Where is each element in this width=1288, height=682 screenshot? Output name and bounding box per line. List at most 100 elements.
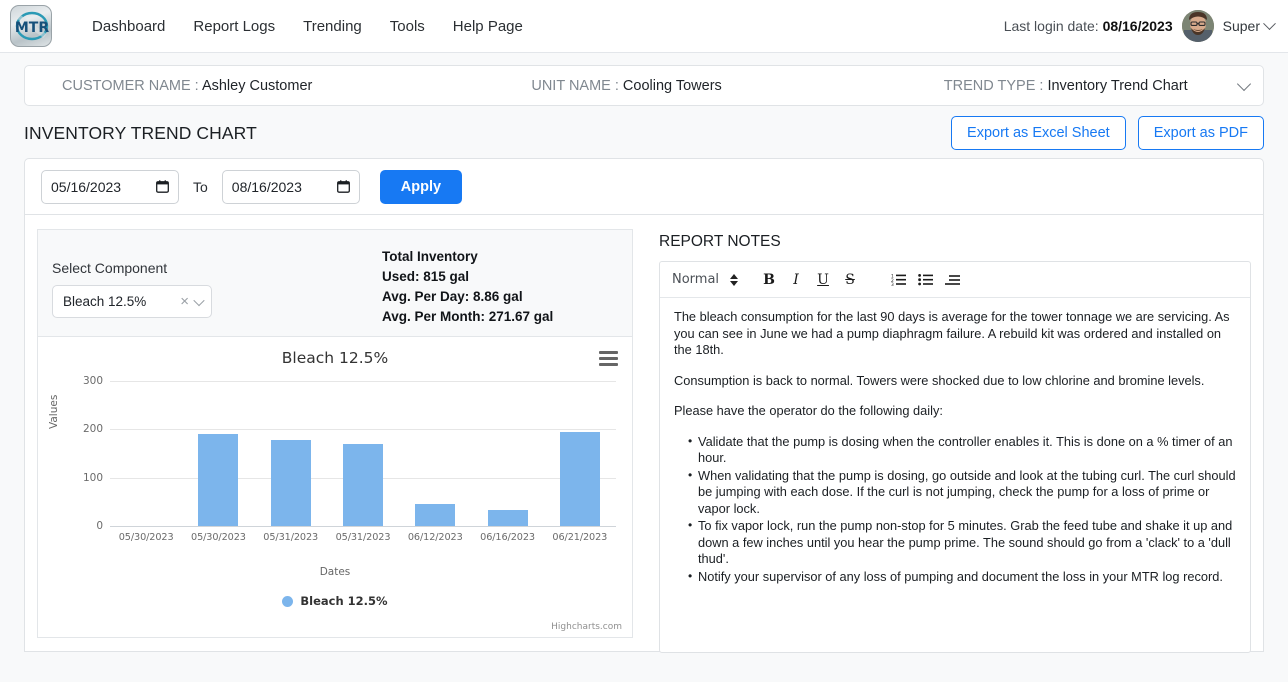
avatar[interactable] (1181, 10, 1214, 42)
chart-bar[interactable] (559, 431, 600, 526)
nav-right-section: Last login date: 08/16/2023 Super (1004, 10, 1276, 42)
bar-slot (544, 381, 616, 526)
mtr-logo[interactable]: MTR (10, 5, 52, 47)
from-date-value: 05/16/2023 (51, 178, 122, 195)
select-component-dropdown[interactable]: Bleach 12.5% × (52, 285, 212, 318)
report-notes-content[interactable]: The bleach consumption for the last 90 d… (660, 298, 1250, 586)
bar-slot (110, 381, 182, 526)
x-axis-tick-label: 05/31/2023 (263, 532, 319, 543)
y-axis-tick-label: 200 (82, 423, 103, 436)
user-menu[interactable]: Super (1222, 16, 1276, 34)
editor-toolbar: Normal B I U S 1 2 3 (660, 262, 1250, 298)
page-body: CUSTOMER NAME : Ashley Customer UNIT NAM… (0, 53, 1288, 682)
chart-legend[interactable]: Bleach 12.5% (38, 594, 632, 608)
clear-selection-icon[interactable]: × (174, 294, 195, 309)
report-notes-editor: Normal B I U S 1 2 3 The bleach consumpt… (659, 261, 1251, 653)
last-login-date: 08/16/2023 (1102, 18, 1173, 34)
page-title: INVENTORY TREND CHART (24, 122, 257, 143)
x-axis-ticks: 05/30/2023 05/30/2023 05/31/2023 05/31/2023… (110, 526, 616, 543)
svg-text:MTR: MTR (15, 20, 49, 36)
chart-bar[interactable] (415, 504, 456, 526)
chevron-down-icon[interactable] (1236, 76, 1252, 92)
x-axis-tick-label: 06/12/2023 (407, 532, 463, 543)
bar-slot (471, 381, 543, 526)
hamburger-menu-icon[interactable] (599, 351, 618, 369)
y-axis-title: Values (48, 394, 60, 429)
context-info-bar[interactable]: CUSTOMER NAME : Ashley Customer UNIT NAM… (24, 65, 1264, 106)
total-inventory-used: Total Inventory Used: 815 gal (382, 249, 478, 284)
last-login-label: Last login date: (1003, 18, 1099, 34)
x-axis-tick-label: 05/31/2023 (335, 532, 391, 543)
inventory-stats: Total Inventory Used: 815 gal Avg. Per D… (382, 230, 553, 336)
nav-link-tools[interactable]: Tools (390, 18, 425, 35)
page-title-row: INVENTORY TREND CHART Export as Excel Sh… (24, 106, 1264, 158)
ordered-list-button[interactable]: 1 2 3 (886, 268, 910, 292)
apply-button[interactable]: Apply (379, 169, 463, 204)
format-select-value: Normal (672, 272, 720, 287)
calendar-icon (156, 180, 169, 193)
date-filter-bar: 05/16/2023 To 08/16/2023 Apply (24, 158, 1264, 215)
bar-slot (255, 381, 327, 526)
last-login-info: Last login date: 08/16/2023 (1004, 18, 1173, 34)
customer-name-value: Ashley Customer (201, 77, 313, 94)
svg-text:3: 3 (891, 282, 894, 286)
notes-bullet-item: To fix vapor lock, run the pump non-stop… (688, 517, 1236, 568)
nav-link-dashboard[interactable]: Dashboard (92, 18, 165, 35)
chart-bars (110, 381, 616, 526)
from-date-input[interactable]: 05/16/2023 (41, 169, 179, 204)
avatar-image (1181, 10, 1214, 42)
nav-link-trending[interactable]: Trending (303, 18, 362, 35)
underline-button[interactable]: U (811, 268, 835, 292)
export-pdf-button[interactable]: Export as PDF (1137, 116, 1264, 150)
chart-bar[interactable] (270, 439, 311, 526)
unit-name-label: UNIT NAME : (531, 77, 619, 94)
inventory-trend-chart: Bleach 12.5% Values 300 200 100 0 05/30/202… (37, 336, 633, 638)
to-label: To (193, 178, 208, 195)
strikethrough-button[interactable]: S (838, 268, 862, 292)
notes-bullet-item: Notify your supervisor of any loss of pu… (688, 568, 1236, 586)
export-excel-button[interactable]: Export as Excel Sheet (951, 116, 1126, 150)
x-axis-tick-label: 06/21/2023 (552, 532, 608, 543)
italic-button[interactable]: I (784, 268, 808, 292)
chart-bar[interactable] (487, 510, 528, 526)
chart-column: Select Component Bleach 12.5% × Total In… (37, 229, 633, 651)
top-navbar: MTR Dashboard Report Logs Trending Tools… (0, 0, 1288, 53)
legend-color-swatch (282, 595, 294, 607)
unit-name-field: UNIT NAME : Cooling Towers (531, 78, 721, 94)
nav-link-report-logs[interactable]: Report Logs (193, 18, 275, 35)
to-date-value: 08/16/2023 (231, 178, 302, 195)
chart-bar[interactable] (342, 443, 383, 526)
component-selector-block: Select Component Bleach 12.5% × (52, 230, 382, 336)
x-axis-tick-label: 06/16/2023 (480, 532, 535, 543)
unit-name-value: Cooling Towers (622, 77, 722, 94)
x-axis-title: Dates (319, 566, 351, 578)
trend-type-value: Inventory Trend Chart (1047, 77, 1188, 94)
highcharts-credit[interactable]: Highcharts.com (551, 622, 622, 632)
x-axis-tick-label: 05/30/2023 (118, 532, 174, 543)
notes-paragraph: Please have the operator do the followin… (674, 403, 943, 418)
bar-slot (327, 381, 399, 526)
component-stats-card: Select Component Bleach 12.5% × Total In… (37, 229, 633, 336)
bar-slot (399, 381, 471, 526)
y-axis-tick-label: 100 (82, 471, 103, 484)
trend-type-label: TREND TYPE : (943, 77, 1044, 94)
report-notes-column: REPORT NOTES Normal B I U S 1 2 3 The bl… (659, 229, 1251, 653)
notes-bullet-item: When validating that the pump is dosing,… (688, 467, 1236, 518)
chart-bar[interactable] (198, 434, 239, 526)
unordered-list-button[interactable] (913, 268, 937, 292)
bold-button[interactable]: B (757, 268, 781, 292)
notes-paragraph: Consumption is back to normal. Towers we… (674, 372, 1205, 388)
nav-link-help-page[interactable]: Help Page (453, 18, 523, 35)
indent-button[interactable] (940, 268, 964, 292)
chart-plot-area: Values 300 200 100 0 05/30/2023 05/30/2023 05… (48, 375, 620, 543)
customer-name-field: CUSTOMER NAME : Ashley Customer (62, 78, 312, 94)
customer-name-label: CUSTOMER NAME : (62, 77, 199, 94)
main-nav-links: Dashboard Report Logs Trending Tools Hel… (92, 18, 523, 35)
format-select[interactable]: Normal (672, 272, 754, 287)
to-date-input[interactable]: 08/16/2023 (221, 169, 360, 204)
y-axis-tick-label: 300 (82, 375, 103, 387)
content-area: Select Component Bleach 12.5% × Total In… (24, 215, 1264, 653)
user-name-label: Super (1222, 18, 1260, 34)
chevron-down-icon[interactable] (193, 294, 205, 306)
x-axis-tick-label: 05/30/2023 (191, 532, 246, 543)
